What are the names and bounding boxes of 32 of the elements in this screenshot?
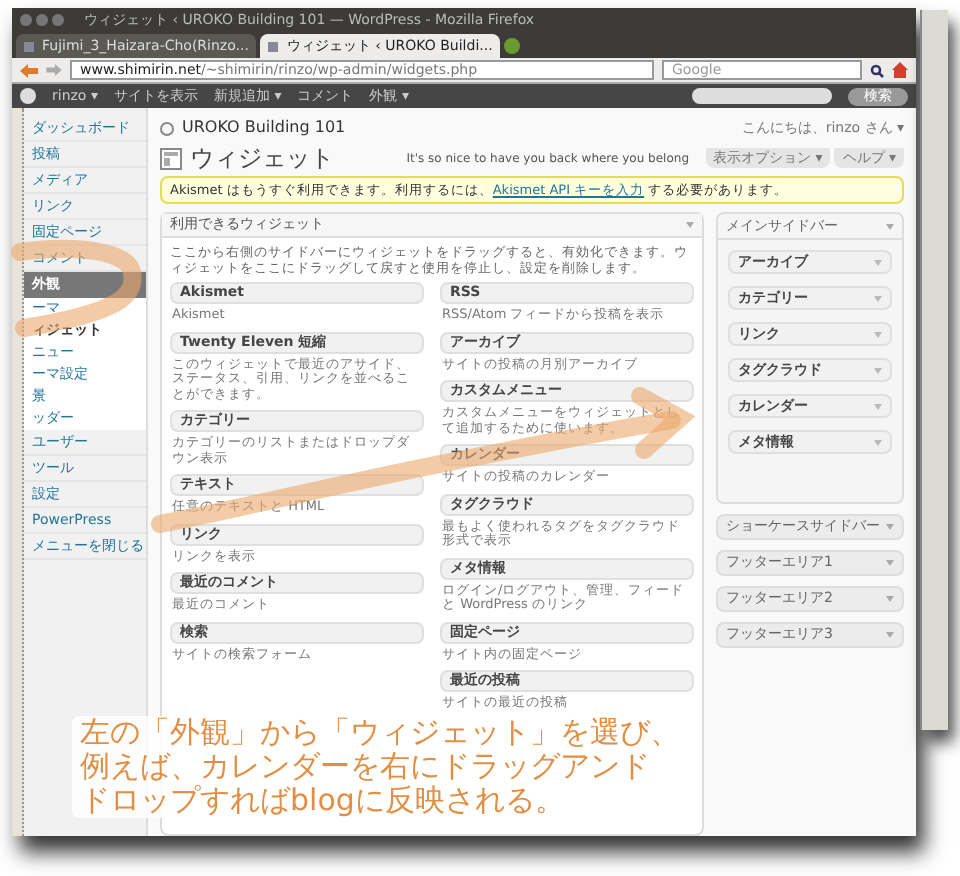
- site-title[interactable]: UROKO Building 101: [182, 116, 346, 140]
- collapse-icon[interactable]: [686, 222, 694, 228]
- collapse-icon[interactable]: [874, 259, 882, 265]
- page-title: ウィジェット: [190, 142, 334, 176]
- caption-text: ドロップすればblogに反映される。: [80, 784, 565, 818]
- collapse-icon[interactable]: [874, 367, 882, 373]
- wordpress-logo-icon[interactable]: [20, 88, 36, 104]
- caption-text: 左の「外観」から「ウィジェット」を選び、: [80, 716, 680, 750]
- collapse-icon[interactable]: [886, 632, 894, 638]
- collapse-icon[interactable]: [886, 524, 894, 530]
- site-icon: [160, 121, 174, 135]
- close-icon[interactable]: [20, 14, 32, 26]
- search-icon[interactable]: [870, 63, 884, 77]
- collapse-icon[interactable]: [874, 439, 882, 445]
- maximize-icon[interactable]: [52, 14, 64, 26]
- admin-search-field[interactable]: [692, 88, 832, 104]
- home-icon[interactable]: [892, 62, 908, 78]
- collapse-icon[interactable]: [874, 295, 882, 301]
- minimize-icon[interactable]: [36, 14, 48, 26]
- collapse-icon[interactable]: [874, 331, 882, 337]
- collapse-icon[interactable]: [874, 403, 882, 409]
- new-tab-icon[interactable]: [504, 38, 521, 54]
- caption-text: 例えば、カレンダーを右にドラッグアンド: [80, 750, 650, 784]
- page-icon: [268, 41, 279, 51]
- back-icon[interactable]: [20, 63, 38, 77]
- widgets-icon: [160, 147, 182, 169]
- page-icon: [24, 41, 34, 51]
- annotation-stroke: [11, 239, 142, 337]
- collapse-icon[interactable]: [886, 596, 894, 602]
- collapse-icon[interactable]: [886, 223, 894, 229]
- forward-icon[interactable]: [46, 64, 62, 76]
- collapse-icon[interactable]: [886, 560, 894, 566]
